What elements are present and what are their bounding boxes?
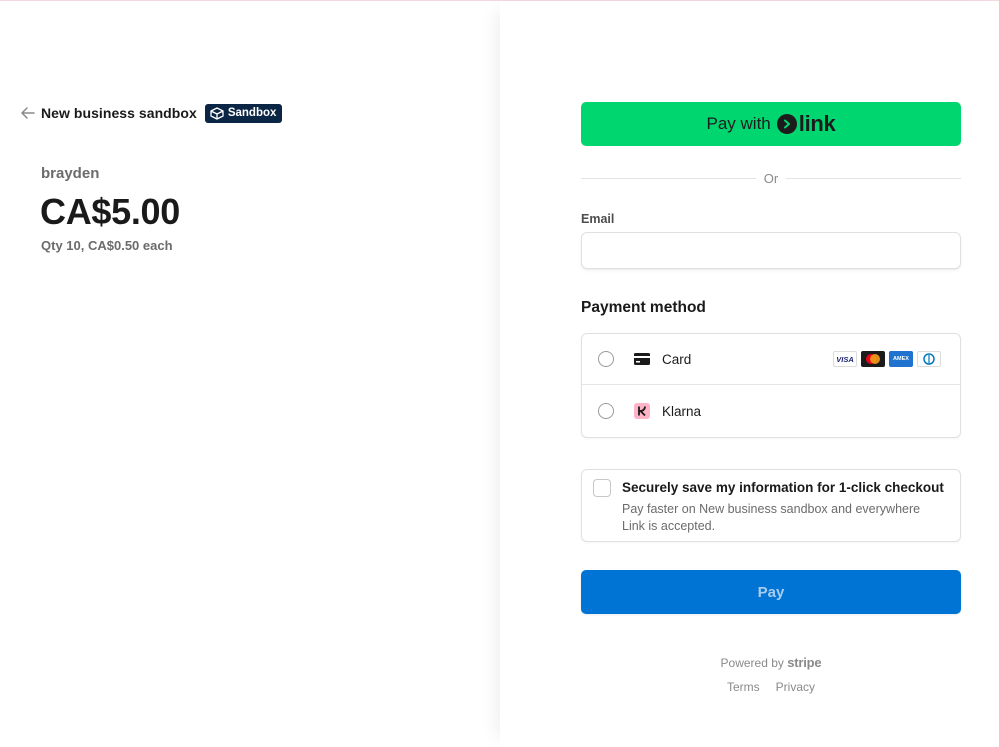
- back-arrow-icon[interactable]: [20, 105, 36, 121]
- or-text: Or: [763, 171, 779, 186]
- payment-pane: Pay with link Or Email Payment method Ca…: [500, 1, 999, 747]
- link-logo: link: [776, 111, 836, 136]
- klarna-icon: [633, 403, 651, 419]
- link-chevron-icon: [776, 114, 797, 134]
- save-info-box: Securely save my information for 1-click…: [581, 469, 961, 542]
- footer-links: Terms Privacy: [581, 680, 961, 694]
- order-summary-pane: New business sandbox Sandbox brayden CA$…: [0, 1, 500, 747]
- terms-link[interactable]: Terms: [727, 680, 760, 694]
- quantity-note: Qty 10, CA$0.50 each: [41, 238, 173, 253]
- card-label: Card: [662, 351, 692, 367]
- pay-with-link-button[interactable]: Pay with link: [581, 102, 961, 146]
- payment-method-title: Payment method: [581, 299, 706, 316]
- merchant-header: New business sandbox Sandbox: [20, 103, 283, 123]
- payment-option-klarna[interactable]: Klarna: [582, 385, 960, 437]
- klarna-label: Klarna: [662, 403, 702, 419]
- klarna-radio[interactable]: [598, 403, 614, 419]
- card-radio[interactable]: [598, 351, 614, 367]
- privacy-link[interactable]: Privacy: [776, 680, 815, 694]
- pay-button[interactable]: Pay: [581, 570, 961, 614]
- sandbox-badge: Sandbox: [204, 103, 283, 123]
- mastercard-icon: [861, 351, 885, 367]
- email-label: Email: [581, 212, 615, 226]
- link-wordmark: link: [798, 111, 836, 136]
- save-info-description: Pay faster on New business sandbox and e…: [622, 502, 921, 533]
- total-price: CA$5.00: [40, 191, 180, 232]
- visa-icon: VISA: [833, 351, 857, 367]
- or-divider: Or: [581, 171, 962, 186]
- product-name: brayden: [41, 165, 100, 182]
- powered-by-stripe[interactable]: Powered by stripe: [581, 655, 961, 670]
- email-field[interactable]: [581, 232, 961, 269]
- save-info-title[interactable]: Securely save my information for 1-click…: [622, 480, 944, 495]
- sandbox-badge-label: Sandbox: [227, 107, 277, 119]
- card-brands: VISA AMEX: [833, 351, 941, 367]
- card-icon: [633, 351, 651, 367]
- payment-method-list: Card VISA AMEX Klarna: [581, 333, 961, 438]
- pay-with-label: Pay with: [706, 114, 771, 133]
- payment-option-card[interactable]: Card VISA AMEX: [582, 334, 960, 385]
- powered-by-label: Powered by: [720, 656, 784, 670]
- merchant-name[interactable]: New business sandbox: [41, 105, 197, 121]
- diners-icon: [917, 351, 941, 367]
- amex-icon: AMEX: [889, 351, 913, 367]
- box-icon: [210, 106, 224, 120]
- stripe-logo: stripe: [787, 655, 822, 670]
- save-info-checkbox[interactable]: [593, 479, 611, 497]
